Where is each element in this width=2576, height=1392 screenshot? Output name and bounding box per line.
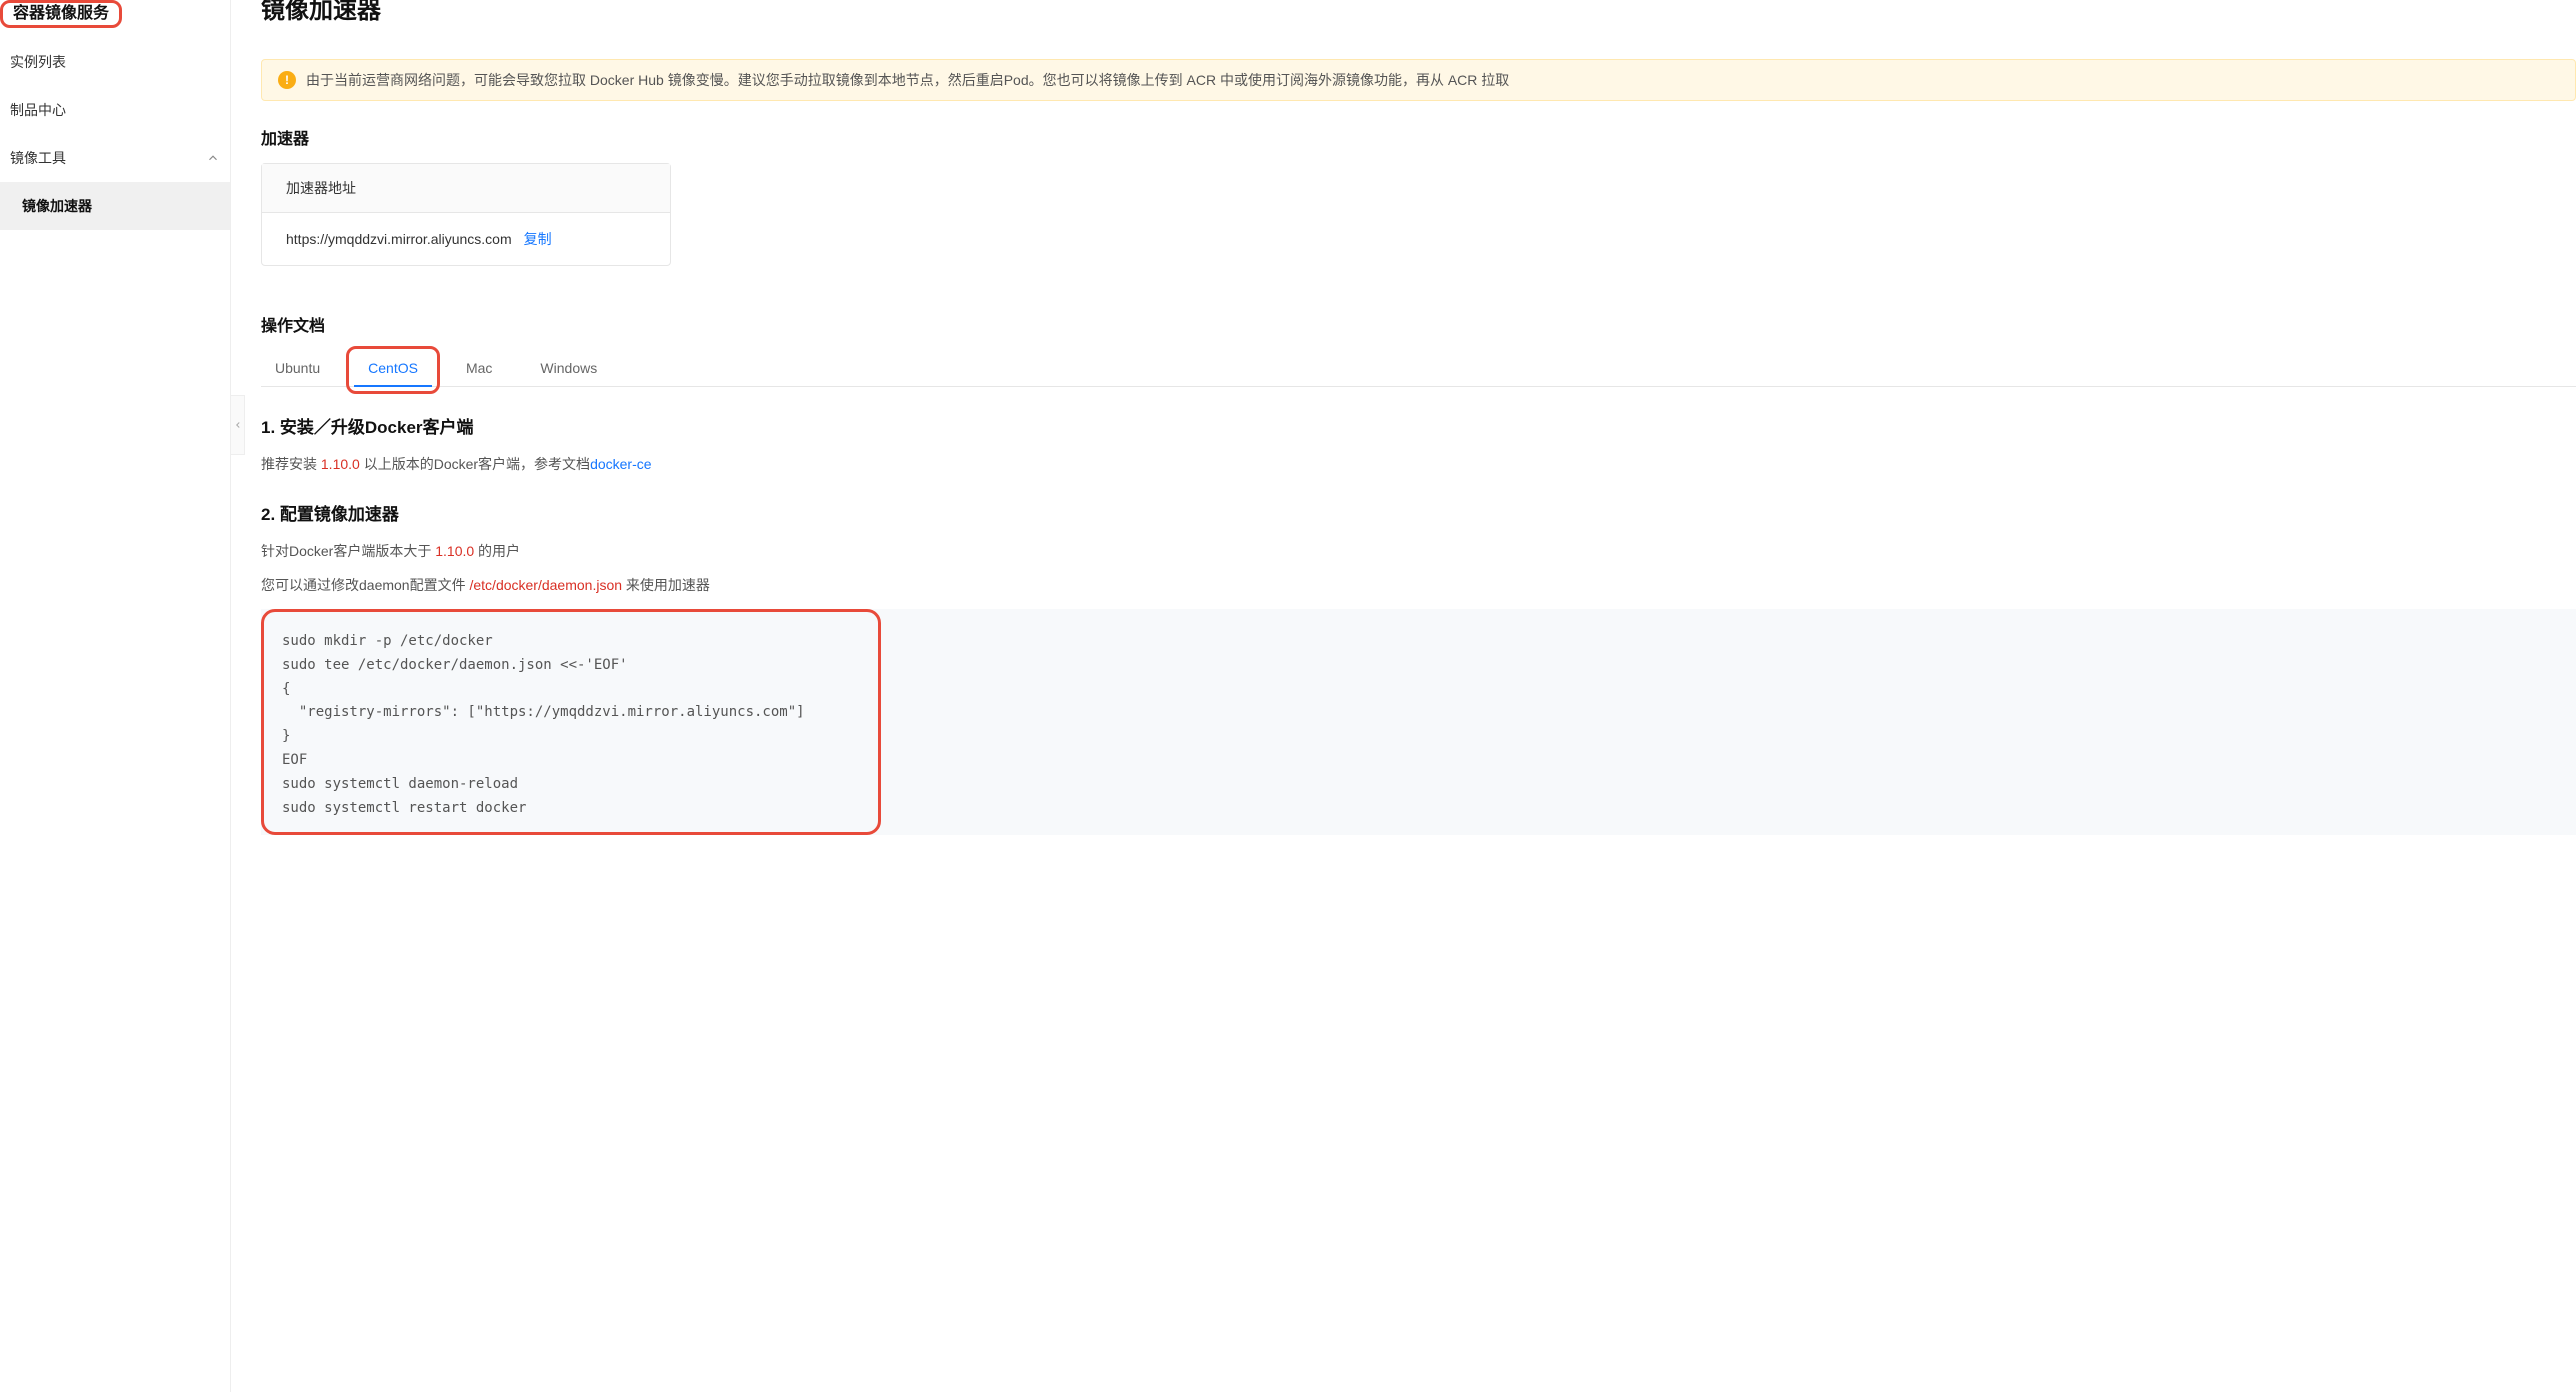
codeblock-container: sudo mkdir -p /etc/docker sudo tee /etc/… [261, 609, 2576, 835]
text: 推荐安装 [261, 456, 321, 472]
accelerator-card-label: 加速器地址 [262, 164, 670, 213]
tab-mac[interactable]: Mac [452, 350, 506, 386]
tab-label: Mac [466, 360, 492, 376]
tab-ubuntu[interactable]: Ubuntu [261, 350, 334, 386]
copy-link[interactable]: 复制 [524, 229, 552, 249]
page-title: 镜像加速器 [261, 0, 2576, 25]
tab-centos[interactable]: CentOS [354, 350, 432, 386]
sidebar-item-label: 镜像加速器 [22, 198, 92, 214]
sidebar-item-instances[interactable]: 实例列表 [0, 38, 230, 86]
code-block[interactable]: sudo mkdir -p /etc/docker sudo tee /etc/… [261, 609, 881, 835]
docs-heading: 操作文档 [261, 312, 2576, 336]
doc-section2-line2: 您可以通过修改daemon配置文件 /etc/docker/daemon.jso… [261, 575, 2576, 595]
sidebar-item-label: 实例列表 [10, 52, 66, 72]
text: 的用户 [474, 543, 520, 559]
version-text: 1.10.0 [435, 543, 474, 559]
text: 针对Docker客户端版本大于 [261, 543, 435, 559]
sidebar-collapse-handle[interactable] [231, 395, 245, 455]
sidebar-item-image-tools[interactable]: 镜像工具 [0, 134, 230, 182]
tab-label: Windows [540, 360, 597, 376]
accelerator-card: 加速器地址 https://ymqddzvi.mirror.aliyuncs.c… [261, 163, 671, 266]
accelerator-heading: 加速器 [261, 125, 2576, 149]
text: 以上版本的Docker客户端，参考文档 [360, 456, 590, 472]
warning-icon: ! [278, 71, 296, 89]
tab-label: Ubuntu [275, 360, 320, 376]
sidebar-item-image-accelerator[interactable]: 镜像加速器 [0, 182, 230, 230]
chevron-up-icon [206, 151, 220, 165]
docs-tabs: Ubuntu CentOS Mac Windows [261, 350, 2576, 387]
tab-label: CentOS [368, 360, 418, 376]
accelerator-url: https://ymqddzvi.mirror.aliyuncs.com [286, 231, 512, 247]
version-text: 1.10.0 [321, 456, 360, 472]
doc-section2-line1: 针对Docker客户端版本大于 1.10.0 的用户 [261, 541, 2576, 561]
doc-section1-text: 推荐安装 1.10.0 以上版本的Docker客户端，参考文档docker-ce [261, 454, 2576, 474]
text: 您可以通过修改daemon配置文件 [261, 577, 469, 593]
main-content: 镜像加速器 ! 由于当前运营商网络问题，可能会导致您拉取 Docker Hub … [231, 0, 2576, 1392]
doc-section2-title: 2. 配置镜像加速器 [261, 500, 2576, 525]
sidebar: 容器镜像服务 实例列表 制品中心 镜像工具 镜像加速器 [0, 0, 231, 1392]
alert-text: 由于当前运营商网络问题，可能会导致您拉取 Docker Hub 镜像变慢。建议您… [306, 70, 1509, 90]
sidebar-title: 容器镜像服务 [0, 0, 122, 28]
sidebar-item-label: 镜像工具 [10, 148, 66, 168]
tab-windows[interactable]: Windows [526, 350, 611, 386]
text: 来使用加速器 [622, 577, 710, 593]
sidebar-item-label: 制品中心 [10, 100, 66, 120]
config-path: /etc/docker/daemon.json [469, 577, 622, 593]
sidebar-item-artifacts[interactable]: 制品中心 [0, 86, 230, 134]
doc-section1-title: 1. 安装／升级Docker客户端 [261, 413, 2576, 438]
docker-ce-link[interactable]: docker-ce [590, 456, 651, 472]
alert-banner: ! 由于当前运营商网络问题，可能会导致您拉取 Docker Hub 镜像变慢。建… [261, 59, 2576, 101]
